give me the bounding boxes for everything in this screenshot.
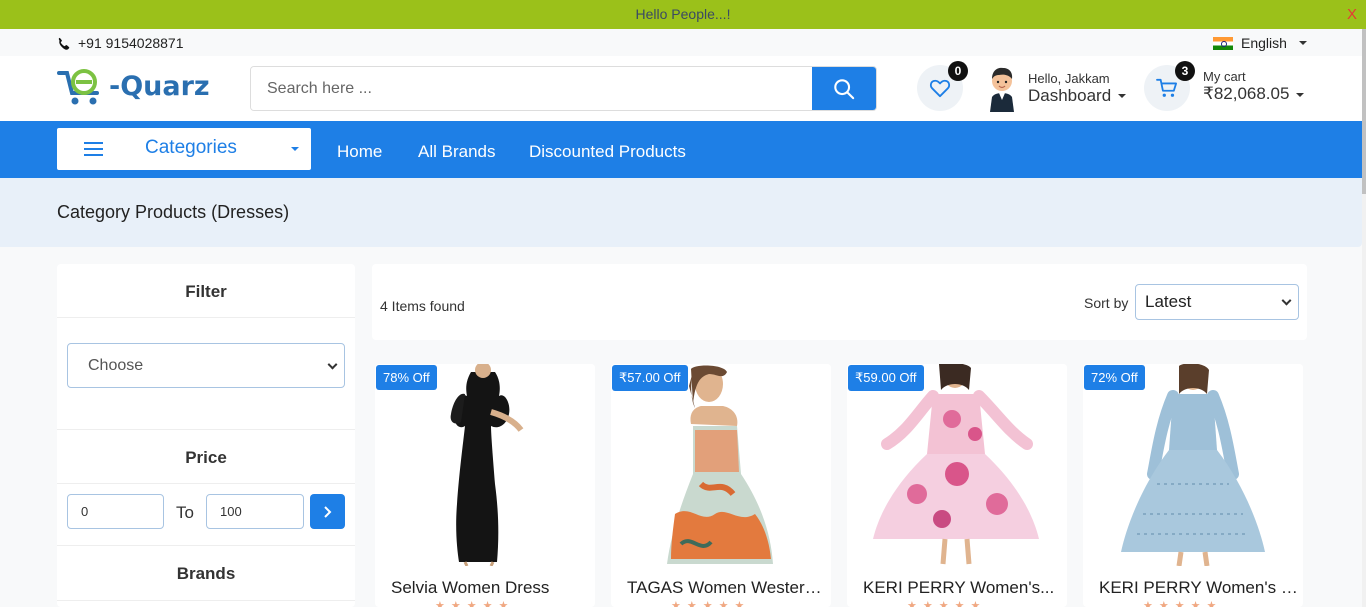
chevron-down-icon [1296, 92, 1305, 97]
wishlist-count-badge: 0 [948, 61, 968, 81]
cart-summary[interactable]: My cart ₹82,068.05 [1203, 69, 1305, 104]
language-selector[interactable]: English [1213, 35, 1307, 51]
filter-select-value: Choose [88, 356, 144, 374]
chevron-down-icon [291, 147, 299, 151]
divider [57, 483, 355, 484]
nav-link-discounted-products[interactable]: Discounted Products [529, 142, 686, 162]
chevron-right-icon [324, 505, 332, 518]
search-input[interactable] [251, 67, 812, 110]
product-name[interactable]: TAGAS Women Western... [627, 578, 827, 598]
items-found-count: 4 Items found [380, 298, 465, 314]
language-label: English [1241, 35, 1287, 51]
divider [57, 429, 355, 430]
discount-badge: ₹57.00 Off [612, 365, 688, 391]
rating-stars: ★★★★★ [907, 600, 987, 607]
chevron-down-icon [1281, 295, 1292, 306]
cart-label: My cart [1203, 69, 1246, 84]
discount-badge: ₹59.00 Off [848, 365, 924, 391]
sort-select-value: Latest [1145, 292, 1192, 311]
page-scrollbar[interactable] [1362, 29, 1366, 607]
announcement-close-button[interactable]: X [1347, 0, 1357, 29]
discount-badge: 72% Off [1084, 365, 1145, 390]
search-icon [834, 78, 855, 99]
sort-label: Sort by [1084, 295, 1129, 311]
chevron-down-icon [1298, 41, 1307, 45]
price-to-label: To [176, 503, 194, 522]
dashboard-label: Dashboard [1028, 85, 1112, 105]
nav-link-all-brands[interactable]: All Brands [418, 142, 495, 162]
product-name[interactable]: KERI PERRY Women's... [863, 578, 1063, 598]
divider [57, 545, 355, 546]
discount-badge: 78% Off [376, 365, 437, 390]
scrollbar-thumb[interactable] [1362, 29, 1366, 194]
rating-stars: ★★★★★ [1143, 600, 1223, 607]
rating-stars: ★★★★★ [671, 600, 751, 607]
rating-stars: ★★★★★ [435, 600, 515, 607]
top-info-bar: +91 9154028871 English [0, 29, 1362, 56]
cart-icon [1156, 78, 1177, 97]
divider [57, 317, 355, 318]
product-image [375, 364, 595, 566]
chevron-down-icon [1118, 94, 1127, 99]
price-title: Price [185, 448, 227, 467]
filter-select[interactable]: Choose [67, 343, 345, 388]
divider [57, 600, 355, 601]
price-apply-button[interactable] [310, 494, 345, 529]
user-avatar [990, 67, 1014, 112]
product-name[interactable]: KERI PERRY Women's Chif... [1099, 578, 1299, 598]
user-dashboard-menu[interactable]: Hello, Jakkam Dashboard [984, 64, 1127, 112]
logo-text: -Quarz [109, 70, 210, 102]
page-title: Category Products (Dresses) [57, 202, 290, 222]
user-greeting: Hello, Jakkam [1028, 70, 1110, 86]
page-title-banner: Category Products (Dresses) [0, 178, 1362, 247]
product-image [1083, 364, 1303, 566]
filter-title: Filter [185, 282, 227, 301]
nav-link-home[interactable]: Home [337, 142, 382, 162]
phone-number: +91 9154028871 [78, 35, 184, 51]
cart-button[interactable]: 3 [1144, 61, 1195, 111]
sort-select[interactable]: Latest [1135, 284, 1299, 320]
price-min-input[interactable]: 0 [67, 494, 164, 529]
product-image [611, 364, 831, 566]
product-name[interactable]: Selvia Women Dress [391, 578, 591, 598]
product-card[interactable]: ₹57.00 Off TAGAS Women Western... ★★★★★ [611, 364, 831, 607]
search-button[interactable] [812, 67, 876, 110]
cart-total: ₹82,068.05 [1203, 84, 1290, 103]
cart-count-badge: 3 [1175, 61, 1195, 81]
results-toolbar: 4 Items found Sort by Latest [372, 264, 1307, 340]
product-card[interactable]: 78% Off Selvia Women Dress ★★★★★ [375, 364, 595, 607]
price-max-input[interactable]: 100 [206, 494, 304, 529]
categories-dropdown[interactable]: Categories [57, 128, 311, 170]
heart-icon [929, 79, 951, 98]
announcement-text: Hello People...! [635, 6, 731, 22]
product-image [847, 364, 1067, 566]
hamburger-icon [84, 142, 103, 156]
chevron-down-icon [327, 359, 338, 370]
phone-icon [58, 37, 70, 50]
search-bar [250, 66, 877, 111]
site-logo[interactable]: -Quarz [57, 65, 212, 107]
product-card[interactable]: ₹59.00 Off KERI PERRY Women's... ★★★★★ [847, 364, 1067, 607]
brands-title: Brands [176, 564, 236, 583]
wishlist-button[interactable]: 0 [917, 61, 968, 111]
main-header: -Quarz 0 Hello, Jakkam Dashboard 3 My ca… [0, 56, 1362, 121]
announcement-bar: Hello People...! X [0, 0, 1366, 29]
main-nav: Categories Home All Brands Discounted Pr… [0, 121, 1362, 178]
cart-logo-icon [57, 69, 99, 105]
filter-sidebar: Filter Choose Price 0 To 100 Brands [57, 264, 355, 607]
phone-contact[interactable]: +91 9154028871 [57, 35, 184, 51]
product-card[interactable]: 72% Off KERI PERRY Women's Chif... ★★★★★ [1083, 364, 1303, 607]
categories-label: Categories [145, 137, 237, 158]
india-flag-icon [1213, 36, 1233, 50]
